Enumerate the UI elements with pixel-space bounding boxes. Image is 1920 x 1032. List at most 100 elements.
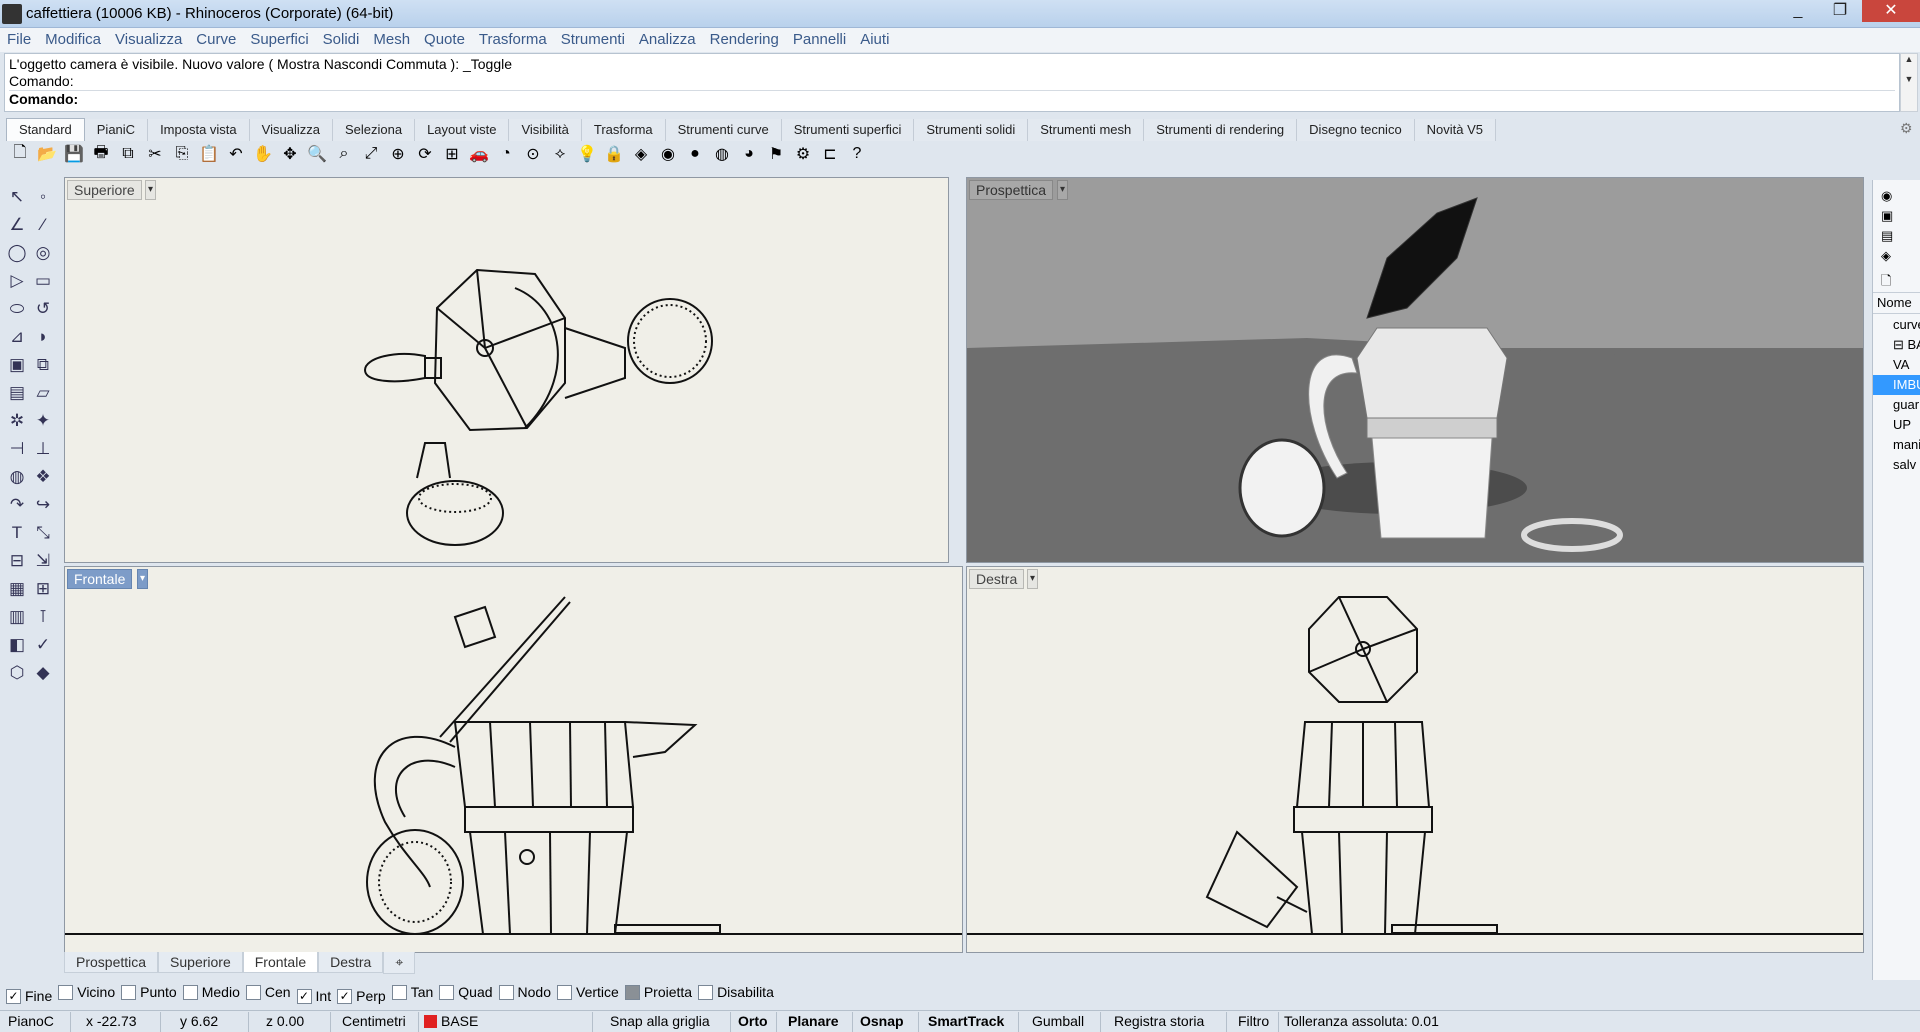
osnap-fine[interactable]: ✓ Fine [6,988,52,1004]
left-tool-0-icon[interactable]: ↖ [4,184,30,210]
osnap-checkbox[interactable] [245,984,261,1000]
menu-rendering[interactable]: Rendering [703,28,786,51]
menu-modifica[interactable]: Modifica [38,28,108,51]
left-tool-28-icon[interactable]: ▦ [4,576,30,602]
rotate-view-icon[interactable]: ⟳ [413,142,437,166]
osnap-quad[interactable]: Quad [439,984,493,1000]
menu-superfici[interactable]: Superfici [243,28,315,51]
toolbar-tab-strumenti-mesh[interactable]: Strumenti mesh [1028,119,1145,141]
add-viewport-tab-icon[interactable]: ⌖ [383,952,416,974]
car-icon[interactable]: 🚗 [467,142,491,166]
rhino-app-icon[interactable] [2,4,22,24]
osnap-punto[interactable]: Punto [121,984,177,1000]
left-tool-8-icon[interactable]: ⬭ [4,296,30,322]
left-tool-15-icon[interactable]: ▱ [30,380,56,406]
lock-icon[interactable]: 🔒 [602,142,626,166]
color-wheel-icon[interactable]: ◉ [656,142,680,166]
osnap-vicino[interactable]: Vicino [58,984,115,1000]
save-icon[interactable]: 💾 [62,142,86,166]
menu-curve[interactable]: Curve [189,28,243,51]
toolbar-tab-standard[interactable]: Standard [6,118,85,141]
osnap-checkbox[interactable]: ✓ [296,988,312,1004]
left-tool-21-icon[interactable]: ❖ [30,464,56,490]
left-tool-4-icon[interactable]: ◯ [4,240,30,266]
osnap-checkbox[interactable] [121,984,137,1000]
status-plane[interactable]: PianoC [8,1013,54,1029]
pan-icon[interactable]: ✋ [251,142,275,166]
osnap-checkbox[interactable] [557,984,572,1000]
left-tool-18-icon[interactable]: ⊣ [4,436,30,462]
zoom-window-icon[interactable]: ⌕ [332,142,356,166]
help-icon[interactable]: ? [845,142,869,166]
left-tool-20-icon[interactable]: ◍ [4,464,30,490]
osnap-perp[interactable]: ✓ Perp [337,988,386,1004]
toolbar-tab-strumenti-solidi[interactable]: Strumenti solidi [914,119,1029,141]
snapshot-icon[interactable]: ◔ [494,142,518,166]
import-icon[interactable]: ⧉ [116,142,140,166]
left-tool-35-icon[interactable]: ◆ [30,660,56,686]
osnap-vertice[interactable]: Vertice [557,984,619,1000]
left-tool-5-icon[interactable]: ◎ [30,240,56,266]
left-tool-25-icon[interactable]: ⤡ [30,520,56,546]
minimize-button[interactable]: _ [1778,0,1818,22]
new-icon[interactable]: 🗋 [8,142,32,166]
zoom-icon[interactable]: 🔍 [305,142,329,166]
toolbar-tab-pianic[interactable]: PianiC [84,119,149,141]
menu-strumenti[interactable]: Strumenti [554,28,632,51]
layer-item[interactable]: guar [1873,395,1920,415]
toolbar-tab-seleziona[interactable]: Seleziona [332,119,416,141]
left-tool-19-icon[interactable]: ⊥ [30,436,56,462]
left-tool-2-icon[interactable]: ∠ [4,212,30,238]
osnap-checkbox[interactable] [182,984,198,1000]
cut-icon[interactable]: ✂ [143,142,167,166]
menu-mesh[interactable]: Mesh [366,28,417,51]
command-input-row[interactable]: Comando: [9,90,1895,108]
status-history-toggle[interactable]: Registra storia [1114,1013,1204,1029]
osnap-tan[interactable]: Tan [391,984,433,1000]
osnap-checkbox[interactable] [498,984,514,1000]
layer-item[interactable]: ⊟ BASE [1873,335,1920,355]
viewport-tab-prospettica[interactable]: Prospettica [64,952,159,973]
zoom-selected-icon[interactable]: ⊕ [386,142,410,166]
osnap-checkbox[interactable] [391,984,407,1000]
left-tool-12-icon[interactable]: ▣ [4,352,30,378]
left-tool-34-icon[interactable]: ⬡ [4,660,30,686]
material-icon[interactable]: ◈ [629,142,653,166]
menu-visualizza[interactable]: Visualizza [108,28,189,51]
left-tool-7-icon[interactable]: ▭ [30,268,56,294]
left-tool-13-icon[interactable]: ⧉ [30,352,56,378]
viewport-perspective[interactable]: Prospettica ▾ [966,177,1864,563]
command-scrollbar[interactable]: ▲ ▼ [1900,53,1918,112]
image-icon[interactable]: ▤ [1881,228,1897,244]
menu-analizza[interactable]: Analizza [632,28,703,51]
zoom-extents-icon[interactable]: ⤢ [359,142,383,166]
osnap-checkbox[interactable] [439,984,455,1000]
viewport-tab-destra[interactable]: Destra [318,952,384,973]
left-tool-14-icon[interactable]: ▤ [4,380,30,406]
layer-item[interactable]: salv [1873,455,1920,475]
tabs-settings-gear-icon[interactable]: ⚙ [1900,120,1913,137]
options-icon[interactable]: ⚙ [791,142,815,166]
toolbar-tab-strumenti-di-rendering[interactable]: Strumenti di rendering [1144,119,1298,141]
left-tool-27-icon[interactable]: ⇲ [30,548,56,574]
toolbar-tab-imposta-vista[interactable]: Imposta vista [148,119,250,141]
viewport-layout-icon[interactable]: ⊞ [440,142,464,166]
toolbar-tab-trasforma[interactable]: Trasforma [581,119,666,141]
dimension-icon[interactable]: ⊏ [818,142,842,166]
osnap-checkbox[interactable] [624,984,640,1000]
open-icon[interactable]: 📂 [35,142,59,166]
osnap-cen[interactable]: Cen [245,984,291,1000]
left-tool-24-icon[interactable]: T [4,520,30,546]
command-area[interactable]: L'oggetto camera è visibile. Nuovo valor… [4,53,1900,112]
left-tool-16-icon[interactable]: ✲ [4,408,30,434]
left-tool-11-icon[interactable]: ◗ [30,324,56,350]
toolbar-tab-novit-v5[interactable]: Novità V5 [1414,119,1497,141]
rendered-icon[interactable]: ◍ [710,142,734,166]
left-tool-33-icon[interactable]: ✓ [30,632,56,658]
render-icon[interactable]: ◕ [737,142,761,166]
menu-file[interactable]: File [0,28,38,51]
osnap-nodo[interactable]: Nodo [498,984,551,1000]
undo-icon[interactable]: ↶ [224,142,248,166]
status-planar-toggle[interactable]: Planare [788,1013,839,1029]
left-tool-6-icon[interactable]: ▷ [4,268,30,294]
